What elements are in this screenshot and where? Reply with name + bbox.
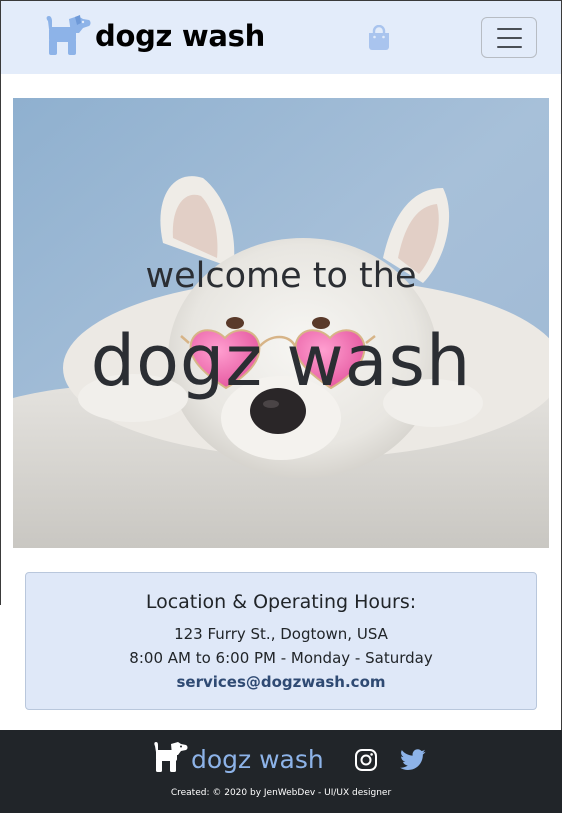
- navbar: dogz wash: [1, 1, 561, 74]
- dog-icon: [46, 15, 91, 55]
- twitter-icon[interactable]: [400, 749, 426, 771]
- brand-name: dogz wash: [95, 19, 265, 53]
- footer-credit: Created: © 2020 by JenWebDev - UI/UX des…: [170, 788, 392, 798]
- hamburger-menu-button[interactable]: [481, 17, 537, 58]
- address-text: 123 Furry St., Dogtown, USA: [174, 625, 388, 643]
- email-link[interactable]: services@dogzwash.com: [26, 673, 536, 691]
- hero-title: dogz wash: [90, 320, 472, 402]
- footer-brand-link[interactable]: dogz wash: [191, 745, 324, 774]
- dog-icon: [154, 742, 188, 772]
- window-border-left: [0, 0, 1, 605]
- hours-text: 8:00 AM to 6:00 PM - Monday - Saturday: [129, 649, 433, 667]
- hero-banner: welcome to the dogz wash: [13, 98, 549, 548]
- instagram-icon[interactable]: [354, 748, 378, 772]
- hero-welcome-text: welcome to the: [145, 256, 417, 296]
- brand-link[interactable]: dogz wash: [45, 15, 265, 57]
- card-title: Location & Operating Hours:: [145, 591, 417, 613]
- shopping-bag-icon[interactable]: [367, 25, 391, 51]
- location-hours-card: Location & Operating Hours: 123 Furry St…: [25, 572, 537, 710]
